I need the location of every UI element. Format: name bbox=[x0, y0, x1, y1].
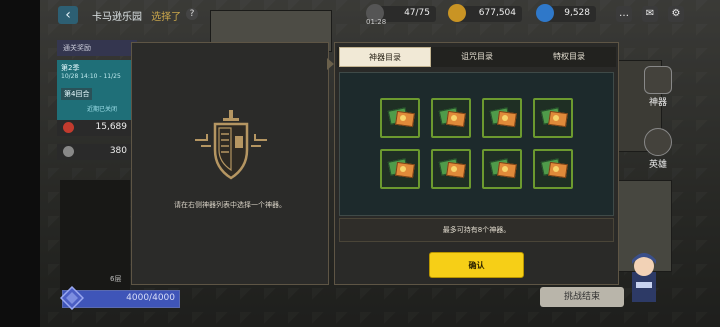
attack-stat: 15,689 bbox=[57, 120, 137, 136]
gold-counter: 677,504 bbox=[448, 4, 522, 22]
artifact-slot[interactable] bbox=[482, 98, 522, 138]
artifact-gem-icon bbox=[553, 166, 559, 172]
artifact-grid bbox=[339, 72, 614, 216]
artifact-slot[interactable] bbox=[482, 149, 522, 189]
confirm-button[interactable]: 确认 bbox=[429, 252, 524, 278]
clear-reward-header: 通关奖励 bbox=[57, 40, 137, 56]
artifact-limit-note: 最多可持有8个神器。 bbox=[339, 218, 614, 242]
artifact-bag-icon bbox=[644, 66, 672, 94]
tab-privileges[interactable]: 特权目录 bbox=[523, 47, 615, 67]
help-icon[interactable]: ? bbox=[186, 8, 198, 20]
hero-side-label: 英雄 bbox=[648, 160, 667, 170]
top-bar: ‹ 卡马逊乐园 选择了 ? 47/75 677,504 9,528 01:28 … bbox=[0, 0, 720, 30]
shield-sword-icon bbox=[195, 110, 267, 180]
defense-value: 380 bbox=[109, 146, 127, 156]
hp-gem-icon bbox=[60, 286, 84, 310]
season-label: 第2季 bbox=[61, 64, 80, 72]
attack-value: 15,689 bbox=[95, 122, 128, 132]
select-artifact-hint: 请在右侧神器列表中选择一个神器。 bbox=[174, 201, 286, 209]
season-dates: 10/28 14:10 - 11/25 bbox=[61, 73, 121, 80]
defense-stat: 380 bbox=[57, 144, 137, 160]
artifact-slot[interactable] bbox=[431, 98, 471, 138]
gold-coin-icon bbox=[448, 4, 466, 22]
stamina-timer: 01:28 bbox=[366, 18, 387, 26]
round-hint: 近期已关闭 bbox=[87, 106, 118, 113]
player-avatar[interactable] bbox=[622, 252, 666, 306]
back-icon: ‹ bbox=[65, 7, 71, 23]
defense-icon bbox=[63, 146, 74, 157]
artifact-gem-icon bbox=[502, 166, 508, 172]
gem-counter: 9,528 bbox=[536, 4, 596, 22]
artifact-gem-icon bbox=[553, 115, 559, 121]
tab-artifacts[interactable]: 神器目录 bbox=[339, 47, 431, 67]
tab-curses[interactable]: 诅咒目录 bbox=[431, 47, 523, 67]
artifact-gem-icon bbox=[502, 115, 508, 121]
artifact-slot[interactable] bbox=[533, 149, 573, 189]
artifact-gem-icon bbox=[451, 166, 457, 172]
artifact-gem-icon bbox=[400, 115, 406, 121]
artifact-slot[interactable] bbox=[533, 98, 573, 138]
back-button[interactable]: ‹ bbox=[58, 6, 78, 24]
artifact-side-button[interactable]: 神器 bbox=[643, 66, 673, 108]
artifact-gem-icon bbox=[451, 115, 457, 121]
artifact-slot[interactable] bbox=[431, 149, 471, 189]
gem-value: 9,528 bbox=[564, 8, 590, 18]
artifact-side-label: 神器 bbox=[648, 98, 667, 108]
artifact-slot[interactable] bbox=[380, 98, 420, 138]
park-title: 卡马逊乐园 选择了 bbox=[92, 8, 181, 23]
gold-value: 677,504 bbox=[478, 8, 516, 18]
park-subtitle: 选择了 bbox=[151, 12, 182, 23]
gem-icon bbox=[536, 4, 554, 22]
artifact-gem-icon bbox=[400, 166, 406, 172]
end-challenge-button[interactable]: 挑战结束 bbox=[540, 287, 624, 307]
floor-label: 6层 bbox=[110, 275, 122, 283]
hp-text: 4000/4000 bbox=[126, 293, 175, 303]
chat-icon[interactable]: … bbox=[616, 6, 632, 22]
park-title-text: 卡马逊乐园 bbox=[92, 12, 142, 23]
catalog-tabs: 神器目录 诅咒目录 特权目录 bbox=[337, 47, 616, 67]
stamina-value: 47/75 bbox=[404, 8, 430, 18]
season-info: 第2季 10/28 14:10 - 11/25 第4回合 近期已关闭 bbox=[57, 60, 137, 124]
artifact-slot[interactable] bbox=[380, 149, 420, 189]
gear-icon[interactable]: ⚙ bbox=[668, 6, 684, 22]
hero-side-button[interactable]: 英雄 bbox=[643, 128, 673, 170]
pointer-arrow bbox=[327, 58, 334, 70]
attack-icon bbox=[63, 122, 74, 133]
hero-face-icon bbox=[644, 128, 672, 156]
round-badge: 第4回合 bbox=[61, 88, 93, 100]
mail-icon[interactable]: ✉ bbox=[642, 6, 658, 22]
